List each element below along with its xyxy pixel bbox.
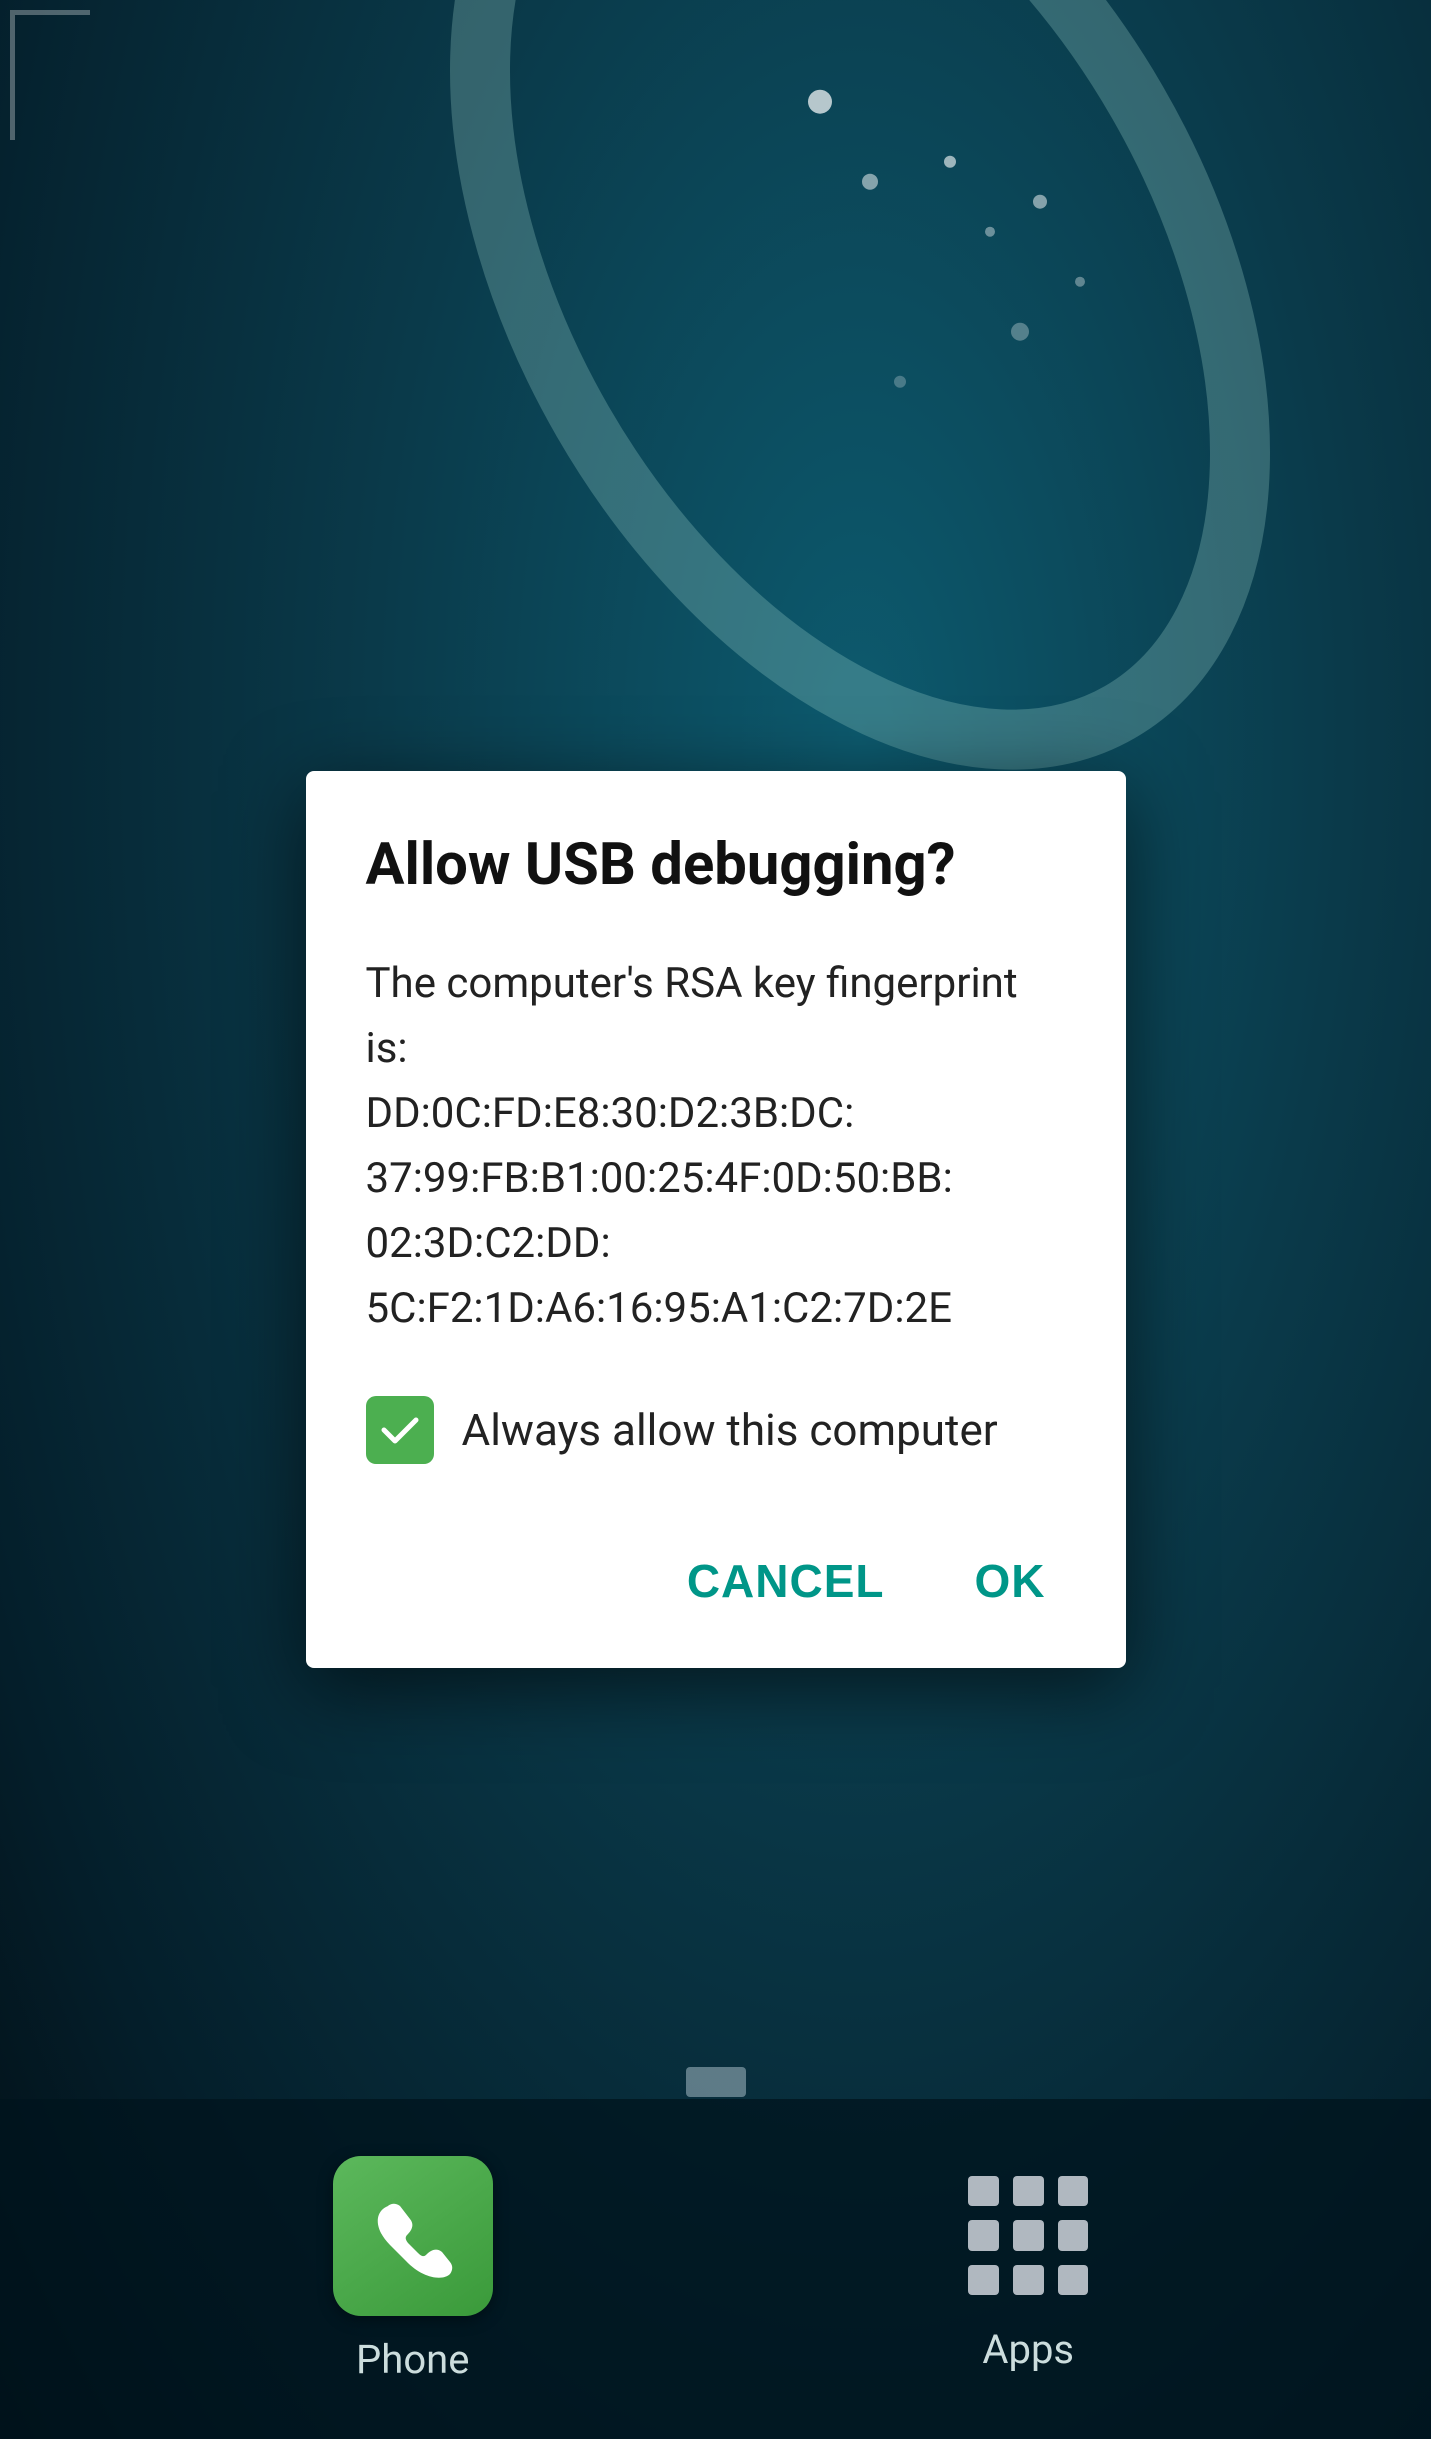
- always-allow-row[interactable]: Always allow this computer: [366, 1396, 1066, 1464]
- usb-debug-dialog: Allow USB debugging? The computer's RSA …: [306, 771, 1126, 1668]
- cancel-button[interactable]: CANCEL: [667, 1544, 905, 1618]
- bottom-nav: Phone Apps: [0, 2099, 1431, 2439]
- nav-item-phone[interactable]: Phone: [333, 2156, 493, 2383]
- always-allow-label: Always allow this computer: [462, 1404, 998, 1456]
- home-indicator: [686, 2067, 746, 2097]
- dialog-buttons: CANCEL OK: [366, 1534, 1066, 1618]
- checkbox-checked-icon[interactable]: [366, 1396, 434, 1464]
- phone-icon: [333, 2156, 493, 2316]
- apps-label: Apps: [982, 2326, 1074, 2373]
- phone-label: Phone: [356, 2336, 469, 2383]
- apps-grid-icon: [958, 2166, 1098, 2306]
- dialog-body: The computer's RSA key fingerprint is: D…: [366, 951, 1066, 1342]
- nav-item-apps[interactable]: Apps: [958, 2166, 1098, 2373]
- dialog-title: Allow USB debugging?: [366, 831, 1066, 901]
- ok-button[interactable]: OK: [955, 1544, 1066, 1618]
